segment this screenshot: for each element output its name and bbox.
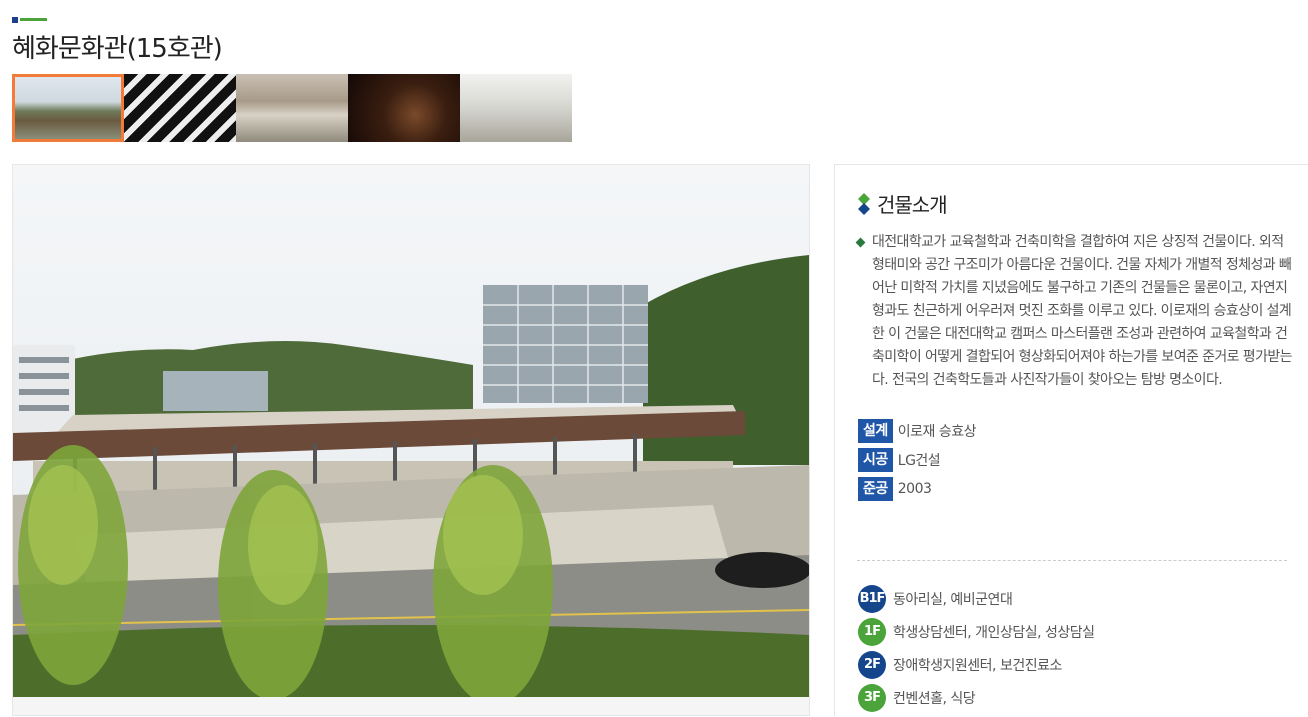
meta-label: 시공 [858,448,893,472]
thumbnail-1[interactable] [12,74,124,142]
floor-rooms: 동아리실, 예비군연대 [893,592,1013,608]
meta-construction: 시공 LG건설 [858,448,976,472]
title-deco-bar [20,18,47,21]
main-photo [12,164,810,716]
floor-item: 1F 학생상담센터, 개인상담실, 성상담실 [858,618,1095,646]
floor-item: 3F 컨벤션홀, 식당 [858,684,1095,712]
thumbnail-2[interactable] [124,74,236,142]
section-heading: 건물소개 [857,189,948,218]
meta-design: 설계 이로재 승효상 [858,419,977,443]
building-photo-illustration [13,165,809,697]
section-heading-text: 건물소개 [877,193,948,217]
description-text: 대전대학교가 교육철학과 건축미학을 결합하여 지은 상징적 건물이다. 외적 … [872,234,1293,388]
floor-list: B1F 동아리실, 예비군연대 1F 학생상담센터, 개인상담실, 성상담실 2… [858,585,1095,717]
building-info-panel: 건물소개 대전대학교가 교육철학과 건축미학을 결합하여 지은 상징적 건물이다… [834,164,1308,716]
bullet-icon [855,237,866,248]
dashed-divider [857,560,1287,561]
floor-rooms: 장애학생지원센터, 보건진료소 [893,658,1062,674]
meta-value: 2003 [897,481,932,497]
title-deco-square [12,17,18,23]
meta-value: LG건설 [897,453,941,469]
thumbnail-5[interactable] [460,74,572,142]
meta-value: 이로재 승효상 [897,424,977,440]
floor-badge: 1F [858,618,886,646]
diamond-icon [858,192,870,215]
floor-badge: B1F [858,585,886,613]
floor-rooms: 학생상담센터, 개인상담실, 성상담실 [893,625,1095,641]
floor-item: 2F 장애학생지원센터, 보건진료소 [858,651,1095,679]
floor-rooms: 컨벤션홀, 식당 [893,691,976,707]
thumbnail-strip [12,74,572,142]
floor-badge: 3F [858,684,886,712]
building-description: 대전대학교가 교육철학과 건축미학을 결합하여 지은 상징적 건물이다. 외적 … [855,231,1297,392]
building-meta: 설계 이로재 승효상 시공 LG건설 준공 2003 [858,419,977,506]
floor-item: B1F 동아리실, 예비군연대 [858,585,1095,613]
floor-badge: 2F [858,651,886,679]
meta-label: 준공 [858,477,893,501]
meta-completion: 준공 2003 [858,477,976,501]
thumbnail-4[interactable] [348,74,460,142]
thumbnail-3[interactable] [236,74,348,142]
meta-label: 설계 [858,419,893,443]
page-title: 혜화문화관(15호관) [12,34,223,64]
